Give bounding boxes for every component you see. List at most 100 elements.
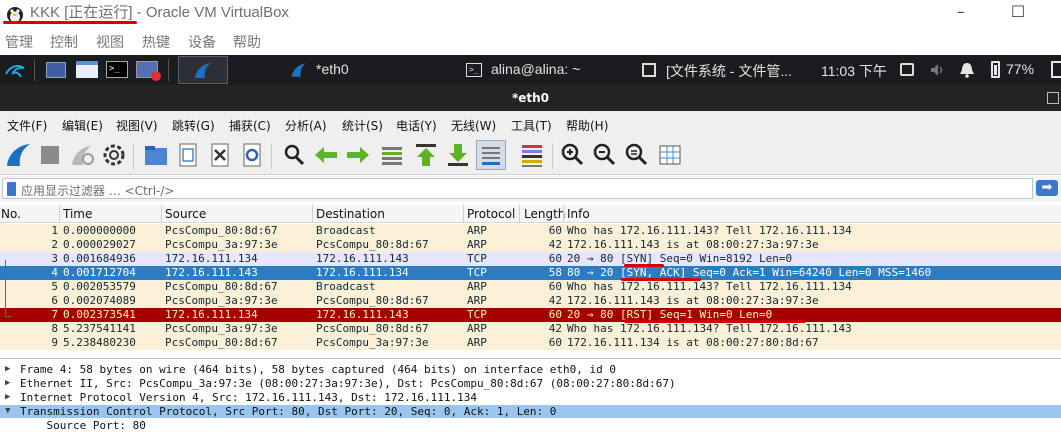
panel-clock[interactable]: 11:03 下午 — [821, 61, 887, 81]
capture-options-gear-icon[interactable] — [100, 141, 128, 169]
menu-devices[interactable]: 设备 — [188, 32, 216, 52]
ws-menu-analyze[interactable]: 分析(A) — [285, 117, 327, 134]
ws-menu-file[interactable]: 文件(F) — [7, 117, 47, 134]
detail-source-port[interactable]: Source Port: 80 — [0, 419, 1061, 432]
battery-icon[interactable] — [991, 61, 1000, 78]
conversation-bracket-end — [5, 316, 12, 317]
ws-maximize-button[interactable] — [1047, 92, 1059, 104]
ws-menu-edit[interactable]: 编辑(E) — [62, 117, 103, 134]
cell-time: 0.000029027 — [63, 238, 136, 251]
kali-menu-icon[interactable] — [4, 60, 26, 80]
packet-row[interactable]: 9 5.238480230 PcsCompu_80:8d:67 PcsCompu_3a… — [0, 336, 1061, 350]
display-filter-bar: 应用显示过滤器 … <Ctrl-/> ➡ — [0, 176, 1061, 202]
cell-protocol: ARP — [467, 336, 487, 349]
notification-bell-icon[interactable] — [959, 61, 975, 78]
task-terminal[interactable]: alina@alina: ~ — [491, 61, 580, 77]
cell-no: 9 — [51, 336, 58, 349]
maximize-button[interactable]: ☐ — [1005, 2, 1031, 22]
ws-menu-view[interactable]: 视图(V) — [116, 117, 158, 134]
detail-text: Internet Protocol Version 4, Src: 172.16… — [20, 391, 477, 404]
ws-menu-tools[interactable]: 工具(T) — [511, 117, 552, 134]
detail-tcp[interactable]: ▼ Transmission Control Protocol, Src Port… — [0, 405, 1061, 418]
packet-row[interactable]: 3 0.001684936 172.16.111.134 172.16.111.143… — [0, 252, 1061, 266]
column-header-no[interactable]: No. — [1, 207, 21, 221]
colorize-packets-icon[interactable] — [518, 141, 546, 169]
ws-menu-go[interactable]: 跳转(G) — [172, 117, 215, 134]
column-header-destination[interactable]: Destination — [316, 207, 385, 221]
display-filter-input[interactable]: 应用显示过滤器 … <Ctrl-/> — [2, 178, 1033, 199]
task-file-manager[interactable]: [文件系统 - 文件管... — [666, 61, 792, 81]
zoom-in-icon[interactable] — [558, 141, 586, 169]
column-header-protocol[interactable]: Protocol — [467, 207, 515, 221]
packet-details-pane: ▶ Frame 4: 58 bytes on wire (464 bits), 5… — [0, 358, 1061, 432]
zoom-reset-icon[interactable] — [622, 141, 650, 169]
reload-file-icon[interactable] — [238, 141, 266, 169]
column-header-length[interactable]: Length — [524, 207, 565, 221]
menu-manage[interactable]: 管理 — [5, 32, 33, 52]
collapse-arrow-icon[interactable]: ▼ — [5, 405, 10, 418]
screen-recorder-launcher-icon[interactable] — [136, 61, 161, 81]
restart-capture-icon[interactable] — [68, 141, 96, 169]
column-header-info[interactable]: Info — [567, 207, 590, 221]
menu-control[interactable]: 控制 — [50, 32, 78, 52]
packet-row[interactable]: 2 0.000029027 PcsCompu_3a:97:3e PcsCompu_80… — [0, 238, 1061, 252]
menu-hotkey[interactable]: 热键 — [142, 32, 170, 52]
cell-length: 58 — [548, 266, 562, 279]
filter-bookmark-icon[interactable] — [7, 182, 16, 196]
show-desktop-icon[interactable] — [46, 62, 66, 78]
expand-arrow-icon[interactable]: ▶ — [5, 363, 10, 376]
lock-screen-icon[interactable] — [1051, 61, 1061, 78]
column-header-time[interactable]: Time — [63, 207, 92, 221]
cell-protocol: ARP — [467, 224, 487, 237]
ws-menu-help[interactable]: 帮助(H) — [566, 117, 608, 134]
first-packet-icon[interactable] — [412, 141, 440, 169]
expand-arrow-icon[interactable]: ▶ — [5, 377, 10, 390]
cell-source: PcsCompu_80:8d:67 — [165, 224, 278, 237]
cell-no: 4 — [51, 266, 58, 279]
battery-percentage: 77% — [1006, 61, 1035, 77]
packet-row[interactable]: 5 0.002053579 PcsCompu_80:8d:67 Broadcast AR… — [0, 280, 1061, 294]
workspace-switcher[interactable] — [178, 56, 228, 84]
main-toolbar — [0, 137, 1061, 175]
last-packet-icon[interactable] — [444, 141, 472, 169]
annotation-underline-syn-ack — [621, 278, 701, 281]
detail-ethernet[interactable]: ▶ Ethernet II, Src: PcsCompu_3a:97:3e (08… — [0, 377, 1061, 390]
zoom-out-icon[interactable] — [590, 141, 618, 169]
ws-menu-wireless[interactable]: 无线(W) — [451, 117, 496, 134]
apply-filter-arrow-icon[interactable]: ➡ — [1036, 180, 1058, 196]
packet-row[interactable]: 8 5.237541141 PcsCompu_3a:97:3e PcsCompu_80… — [0, 322, 1061, 336]
task-wireshark[interactable]: *eth0 — [316, 61, 349, 77]
open-file-icon[interactable] — [142, 141, 170, 169]
stop-capture-icon[interactable] — [36, 141, 64, 169]
cell-no: 6 — [51, 294, 58, 307]
volume-icon[interactable] — [929, 62, 945, 78]
annotation-underline-rst — [624, 320, 806, 323]
detail-ipv4[interactable]: ▶ Internet Protocol Version 4, Src: 172.1… — [0, 391, 1061, 404]
go-back-icon[interactable] — [312, 141, 340, 169]
resize-columns-icon[interactable] — [656, 141, 684, 169]
close-file-icon[interactable] — [206, 141, 234, 169]
detail-text: Source Port: 80 — [20, 419, 146, 432]
ws-menu-statistics[interactable]: 统计(S) — [342, 117, 383, 134]
file-manager-launcher-icon[interactable] — [76, 61, 98, 78]
display-icon[interactable] — [900, 63, 914, 76]
expand-arrow-icon[interactable]: ▶ — [5, 391, 10, 404]
go-forward-icon[interactable] — [344, 141, 372, 169]
minimize-button[interactable]: – — [948, 2, 974, 22]
column-header-source[interactable]: Source — [165, 207, 206, 221]
start-capture-icon[interactable] — [4, 141, 32, 169]
packet-row[interactable]: 1 0.000000000 PcsCompu_80:8d:67 Broadcast AR… — [0, 224, 1061, 238]
packet-row[interactable]: 6 0.002074089 PcsCompu_3a:97:3e PcsCompu_80… — [0, 294, 1061, 308]
detail-frame[interactable]: ▶ Frame 4: 58 bytes on wire (464 bits), 5… — [0, 363, 1061, 376]
find-packet-icon[interactable] — [280, 141, 308, 169]
menu-help[interactable]: 帮助 — [233, 32, 261, 52]
menu-view[interactable]: 视图 — [96, 32, 124, 52]
autoscroll-toggle[interactable] — [476, 140, 506, 170]
ws-menu-telephony[interactable]: 电话(Y) — [396, 117, 437, 134]
go-to-packet-icon[interactable] — [378, 141, 406, 169]
packet-row[interactable]: 4 0.001712704 172.16.111.143 172.16.111.134… — [0, 266, 1061, 280]
packet-row[interactable]: 7 0.002373541 172.16.111.134 172.16.111.143… — [0, 308, 1061, 322]
terminal-launcher-icon[interactable]: >_ — [106, 61, 128, 78]
ws-menu-capture[interactable]: 捕获(C) — [229, 117, 271, 134]
save-file-icon[interactable] — [174, 141, 202, 169]
